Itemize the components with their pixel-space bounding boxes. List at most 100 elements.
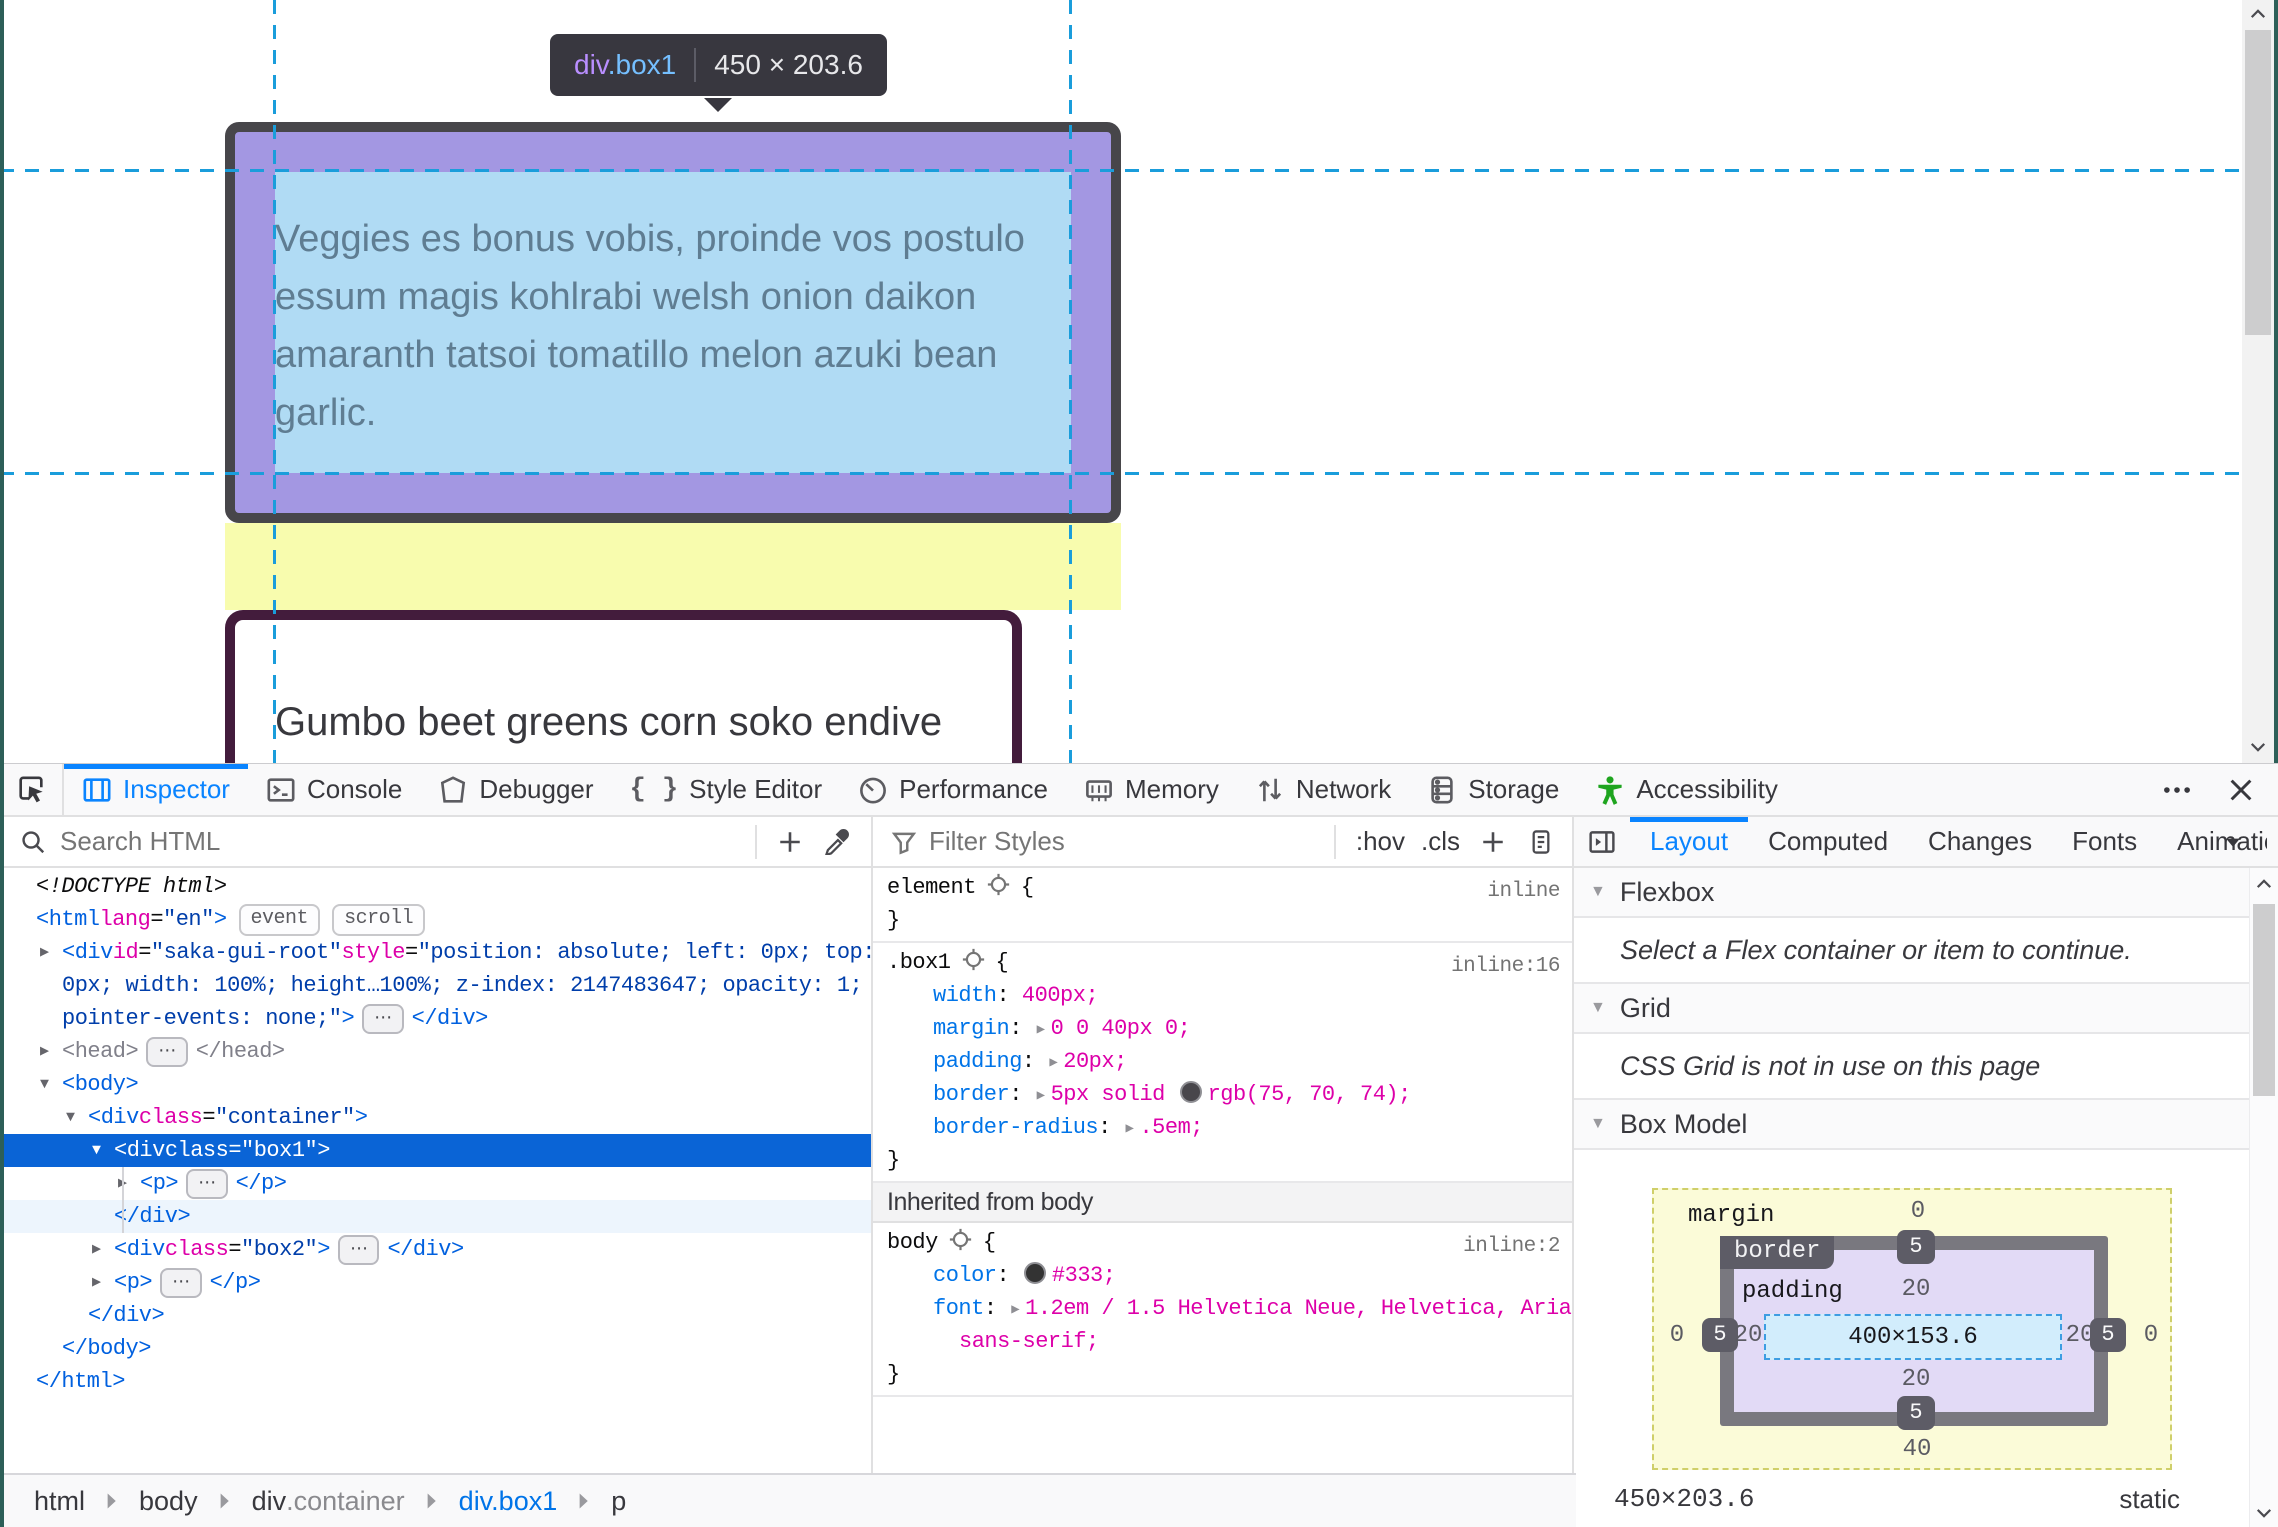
css-declaration[interactable]: border-radius: ▶ .5em;: [887, 1111, 1572, 1144]
sidebar-tab-layout[interactable]: Layout: [1630, 817, 1749, 866]
markup-row[interactable]: </html>: [0, 1365, 871, 1398]
eyedropper-button[interactable]: [823, 828, 849, 855]
css-declaration[interactable]: font: ▶ 1.2em / 1.5 Helvetica Neue, Helve…: [887, 1292, 1572, 1325]
breadcrumb-item[interactable]: html: [28, 1486, 91, 1517]
collapse-arrow-icon[interactable]: ▼: [36, 1068, 62, 1101]
tab-storage[interactable]: Storage: [1409, 764, 1577, 815]
rule-origin-link[interactable]: inline:16: [1451, 950, 1560, 983]
scroll-down-icon[interactable]: [2242, 733, 2274, 761]
sidebar-tab-fonts[interactable]: Fonts: [2052, 817, 2157, 866]
section-grid[interactable]: ▼ Grid: [1574, 984, 2250, 1034]
css-rule[interactable]: element{inline}: [873, 868, 1572, 943]
markup-row[interactable]: ▼ <div class = "container" >: [0, 1101, 871, 1134]
border-bottom-value[interactable]: 5: [1897, 1396, 1935, 1430]
markup-row[interactable]: <html lang = "en" > event scroll: [0, 903, 871, 936]
sidebar-tab-changes[interactable]: Changes: [1908, 817, 2052, 866]
inline-ellipsis-pill[interactable]: ⋯: [337, 1234, 380, 1265]
scroll-up-icon[interactable]: [2250, 870, 2278, 898]
expand-shorthand-icon[interactable]: ▶: [1037, 1080, 1045, 1113]
inline-ellipsis-pill[interactable]: ⋯: [186, 1168, 228, 1199]
layout-scrollbar[interactable]: [2249, 868, 2278, 1527]
add-rule-button[interactable]: [1480, 829, 1506, 855]
markup-row[interactable]: pointer-events: none;" > ⋯ </div>: [0, 1002, 871, 1035]
markup-row[interactable]: ▶ <div id = "saka-gui-root" style = "position…: [0, 936, 871, 969]
markup-row[interactable]: ▶ <head> ⋯ </head>: [0, 1035, 871, 1068]
inline-ellipsis-pill[interactable]: ⋯: [146, 1036, 188, 1067]
margin-right-value[interactable]: 0: [2136, 1322, 2166, 1349]
css-declaration[interactable]: width: 400px;: [887, 979, 1572, 1012]
breadcrumb-item[interactable]: p: [605, 1486, 632, 1517]
page-scrollbar[interactable]: [2242, 0, 2274, 763]
toggle-class-button[interactable]: .cls: [1421, 826, 1460, 857]
box-model-diagram[interactable]: margin 0 border padding 5 20 400×153.6 0…: [1652, 1188, 2172, 1470]
all-tabs-dropdown-icon[interactable]: [2222, 817, 2244, 866]
markup-row[interactable]: ▶<p> ⋯ </p>: [0, 1167, 871, 1200]
layout-scrollbar-thumb[interactable]: [2253, 904, 2275, 1096]
expand-shorthand-icon[interactable]: ▶: [1126, 1113, 1134, 1146]
search-html-input[interactable]: Search HTML: [60, 826, 220, 857]
expand-shorthand-icon[interactable]: ▶: [1037, 1014, 1045, 1047]
tab-accessibility[interactable]: Accessibility: [1577, 764, 1796, 815]
rule-origin-link[interactable]: inline: [1487, 875, 1560, 908]
border-right-value[interactable]: 5: [2090, 1318, 2126, 1352]
sidebar-toggle-icon[interactable]: [1574, 817, 1630, 866]
filter-styles-input[interactable]: Filter Styles: [929, 826, 1065, 857]
content-dimensions[interactable]: 400×153.6: [1764, 1314, 2062, 1360]
margin-bottom-value[interactable]: 40: [1894, 1436, 1940, 1463]
scroll-up-icon[interactable]: [2242, 0, 2274, 28]
section-box-model[interactable]: ▼ Box Model: [1574, 1100, 2250, 1150]
node-picker-button[interactable]: [0, 764, 64, 815]
breadcrumb-item[interactable]: div.box1: [453, 1486, 564, 1517]
tab-inspector[interactable]: Inspector: [64, 764, 248, 815]
markup-row[interactable]: </div>: [0, 1200, 871, 1233]
expand-shorthand-icon[interactable]: ▶: [1011, 1294, 1019, 1327]
breadcrumb-item[interactable]: div .container: [246, 1486, 411, 1517]
add-node-button[interactable]: [777, 829, 803, 855]
tab-memory[interactable]: Memory: [1066, 764, 1237, 815]
border-top-value[interactable]: 5: [1897, 1230, 1935, 1264]
rule-selector[interactable]: .box1: [887, 950, 951, 975]
tab-network[interactable]: Network: [1237, 764, 1409, 815]
padding-bottom-value[interactable]: 20: [1896, 1366, 1936, 1393]
markup-row[interactable]: </div>: [0, 1299, 871, 1332]
highlight-selector-icon[interactable]: [961, 947, 986, 972]
expand-arrow-icon[interactable]: ▶: [36, 936, 62, 969]
css-declaration[interactable]: margin: ▶ 0 0 40px 0;: [887, 1012, 1572, 1045]
menu-icon[interactable]: [2162, 775, 2192, 805]
section-flexbox[interactable]: ▼ Flexbox: [1574, 868, 2250, 918]
css-rule[interactable]: .box1{inline:16 width: 400px; margin: ▶ 0 0…: [873, 943, 1572, 1183]
toggle-pseudo-class-button[interactable]: :hov: [1356, 826, 1405, 857]
highlight-selector-icon[interactable]: [948, 1227, 973, 1252]
css-declaration[interactable]: padding: ▶ 20px;: [887, 1045, 1572, 1078]
rule-selector[interactable]: element: [887, 875, 976, 900]
collapse-arrow-icon[interactable]: ▼: [62, 1101, 88, 1134]
markup-row[interactable]: </body>: [0, 1332, 871, 1365]
sidebar-tab-computed[interactable]: Computed: [1748, 817, 1908, 866]
expand-shorthand-icon[interactable]: ▶: [1049, 1047, 1057, 1080]
close-icon[interactable]: [2226, 775, 2256, 805]
padding-top-value[interactable]: 20: [1896, 1276, 1936, 1303]
page-scrollbar-thumb[interactable]: [2245, 30, 2271, 335]
inline-ellipsis-pill[interactable]: ⋯: [362, 1003, 404, 1034]
markup-row[interactable]: ▼ <body>: [0, 1068, 871, 1101]
tab-console[interactable]: Console: [248, 764, 420, 815]
event-badge[interactable]: scroll: [332, 903, 426, 936]
expand-arrow-icon[interactable]: ▶: [88, 1233, 114, 1266]
expand-arrow-icon[interactable]: ▶: [114, 1167, 140, 1200]
css-rule[interactable]: body{inline:2 color: #333; font: ▶ 1.2em / …: [873, 1223, 1572, 1397]
event-badge[interactable]: event: [238, 903, 321, 936]
markup-row[interactable]: <!DOCTYPE html>: [0, 870, 871, 903]
rule-origin-link[interactable]: inline:2: [1463, 1230, 1560, 1263]
collapse-arrow-icon[interactable]: ▼: [88, 1134, 114, 1167]
css-declaration[interactable]: border: ▶ 5px solid rgb(75, 70, 74);: [887, 1078, 1572, 1111]
markup-row[interactable]: ▶<p> ⋯ </p>: [0, 1266, 871, 1299]
inline-ellipsis-pill[interactable]: ⋯: [160, 1267, 202, 1298]
tab-style-editor[interactable]: { } Style Editor: [612, 764, 841, 815]
expand-arrow-icon[interactable]: ▶: [88, 1266, 114, 1299]
tab-performance[interactable]: Performance: [840, 764, 1066, 815]
margin-left-value[interactable]: 0: [1662, 1322, 1692, 1349]
print-simulation-button[interactable]: [1528, 829, 1554, 855]
markup-row[interactable]: 0px; width: 100%; height…100%; z-index: …: [0, 969, 871, 1002]
tab-debugger[interactable]: Debugger: [420, 764, 611, 815]
css-declaration[interactable]: color: #333;: [887, 1259, 1572, 1292]
